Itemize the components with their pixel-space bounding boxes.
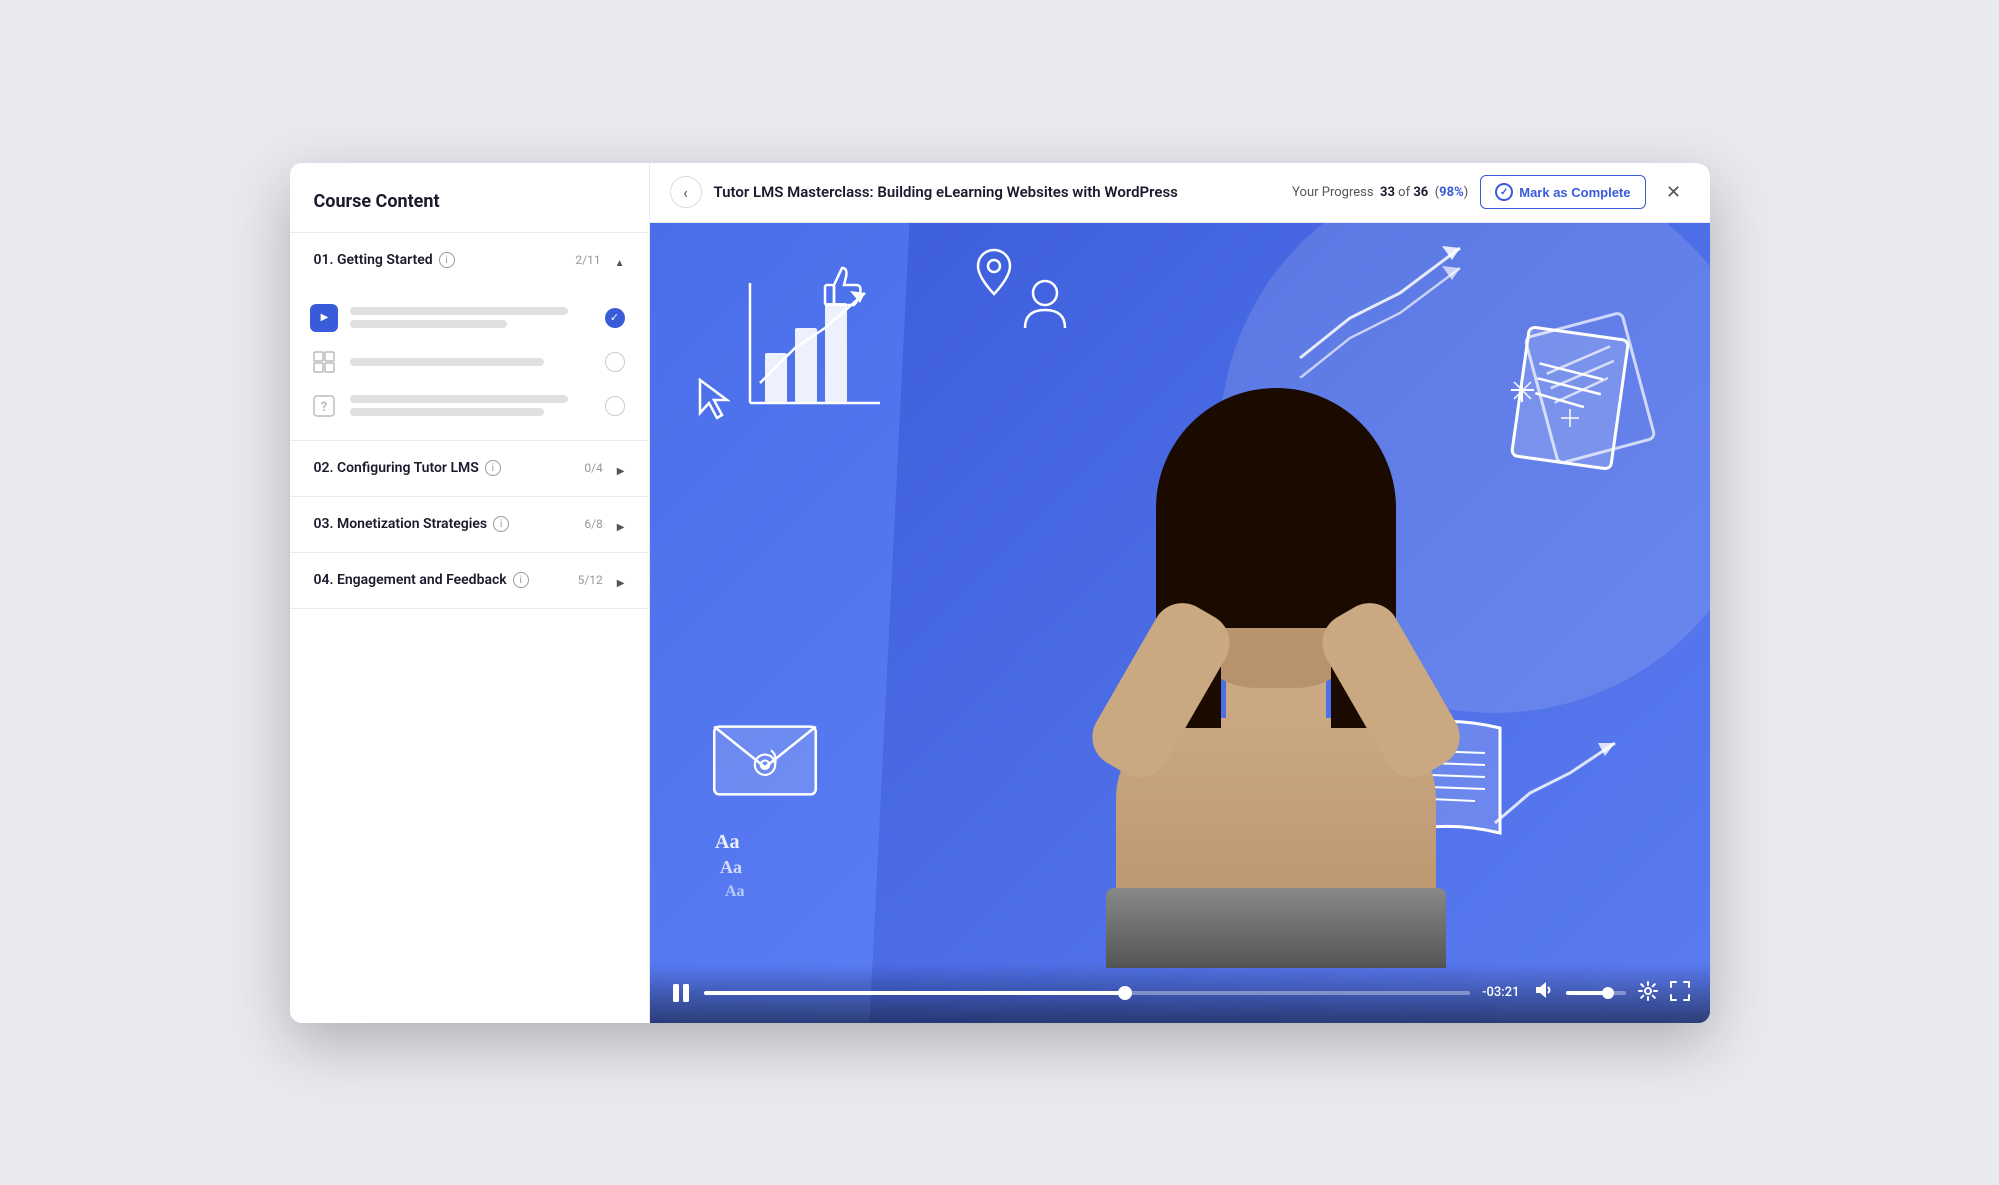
section-header-1[interactable]: 01. Getting Started i 2/11 [290,233,649,288]
info-icon-2: i [485,460,501,476]
section-header-4[interactable]: 04. Engagement and Feedback i 5/12 [290,553,649,608]
progress-thumb [1118,986,1132,1000]
lesson-text-1-1 [350,307,593,328]
settings-icon [1638,981,1658,1001]
mark-complete-button[interactable]: ✓ Mark as Complete [1480,175,1645,209]
section-header-3[interactable]: 03. Monetization Strategies i 6/8 [290,497,649,552]
section-title-3: 03. Monetization Strategies [314,516,488,532]
lesson-icon-quiz: ? [310,392,338,420]
close-button[interactable]: ✕ [1658,176,1690,208]
quiz-icon: ? [313,395,335,417]
progress-percent: 98% [1439,185,1464,200]
lesson-list-1: ✓ [290,288,649,440]
section-header-left-4: 04. Engagement and Feedback i [314,572,529,588]
grid-icon [313,351,335,373]
location-pin-decoration [975,248,1013,296]
person-photo [1036,388,1516,968]
lesson-bar-line-4 [350,395,569,403]
section-progress-2: 0/4 [584,461,602,475]
video-title: Tutor LMS Masterclass: Building eLearnin… [714,183,1281,201]
progress-current: 33 [1380,185,1395,200]
fullscreen-icon [1670,981,1690,1001]
video-area[interactable]: Aa Aa Aa [650,223,1710,1023]
section-header-left-2: 02. Configuring Tutor LMS i [314,460,501,476]
lesson-icon-video [310,304,338,332]
lesson-bar-line-3 [350,358,544,366]
fullscreen-button[interactable] [1670,981,1690,1005]
progress-text: Your Progress 33 of 36 (98%) [1292,185,1468,200]
settings-button[interactable] [1638,981,1658,1005]
progress-bar-fill [704,991,1126,995]
video-panel: ‹ Tutor LMS Masterclass: Building eLearn… [650,163,1710,1023]
volume-bar[interactable] [1566,991,1626,995]
back-button[interactable]: ‹ [670,176,702,208]
video-bg-left [650,223,950,1023]
section-title-2: 02. Configuring Tutor LMS [314,460,479,476]
chevron-right-icon-3 [617,515,625,534]
lesson-text-1-3 [350,395,593,416]
lesson-item-1-1[interactable]: ✓ [290,296,649,340]
section-header-left-1: 01. Getting Started i [314,252,455,268]
lesson-item-1-3[interactable]: ? [290,384,649,428]
section-progress-3: 6/8 [584,517,602,531]
lesson-check-1-1: ✓ [605,308,625,328]
pause-button[interactable] [670,982,692,1004]
sidebar-title: Course Content [290,163,649,233]
lesson-icon-grid [310,348,338,376]
section-item-3: 03. Monetization Strategies i 6/8 [290,497,649,553]
info-icon-1: i [439,252,455,268]
video-progress-bar[interactable] [704,991,1471,995]
svg-text:?: ? [320,400,326,415]
pause-icon [670,982,692,1004]
chevron-right-icon-4 [617,571,625,590]
lesson-item-1-2[interactable] [290,340,649,384]
info-icon-4: i [513,572,529,588]
lesson-text-1-2 [350,358,593,366]
time-display: -03:21 [1482,985,1519,1000]
volume-button[interactable] [1532,979,1554,1006]
section-progress-4: 5/12 [578,573,603,587]
section-header-left-3: 03. Monetization Strategies i [314,516,510,532]
progress-total: 36 [1413,185,1428,200]
check-circle-icon: ✓ [1495,183,1513,201]
lesson-bar-line-5 [350,408,544,416]
person-icon-decoration [1020,278,1070,333]
section-header-2[interactable]: 02. Configuring Tutor LMS i 0/4 [290,441,649,496]
volume-icon [1532,979,1554,1001]
modal-container: Course Content 01. Getting Started i 2/1… [290,163,1710,1023]
lesson-bar-line-1 [350,307,569,315]
lesson-bar-line-2 [350,320,508,328]
chevron-right-icon-2 [617,459,625,478]
video-topbar: ‹ Tutor LMS Masterclass: Building eLearn… [650,163,1710,223]
video-controls: -03:21 [650,963,1710,1023]
chevron-up-icon-1 [615,251,625,270]
volume-thumb [1602,987,1614,999]
section-item-1: 01. Getting Started i 2/11 [290,233,649,441]
sparkle-small-decoration [1560,408,1580,428]
section-title-1: 01. Getting Started [314,252,433,268]
section-item-2: 02. Configuring Tutor LMS i 0/4 [290,441,649,497]
info-icon-3: i [493,516,509,532]
section-progress-1: 2/11 [575,253,600,267]
sidebar: Course Content 01. Getting Started i 2/1… [290,163,650,1023]
section-title-4: 04. Engagement and Feedback [314,572,507,588]
section-item-4: 04. Engagement and Feedback i 5/12 [290,553,649,609]
play-icon [310,304,338,332]
lesson-check-1-3 [605,396,625,416]
lesson-check-1-2 [605,352,625,372]
